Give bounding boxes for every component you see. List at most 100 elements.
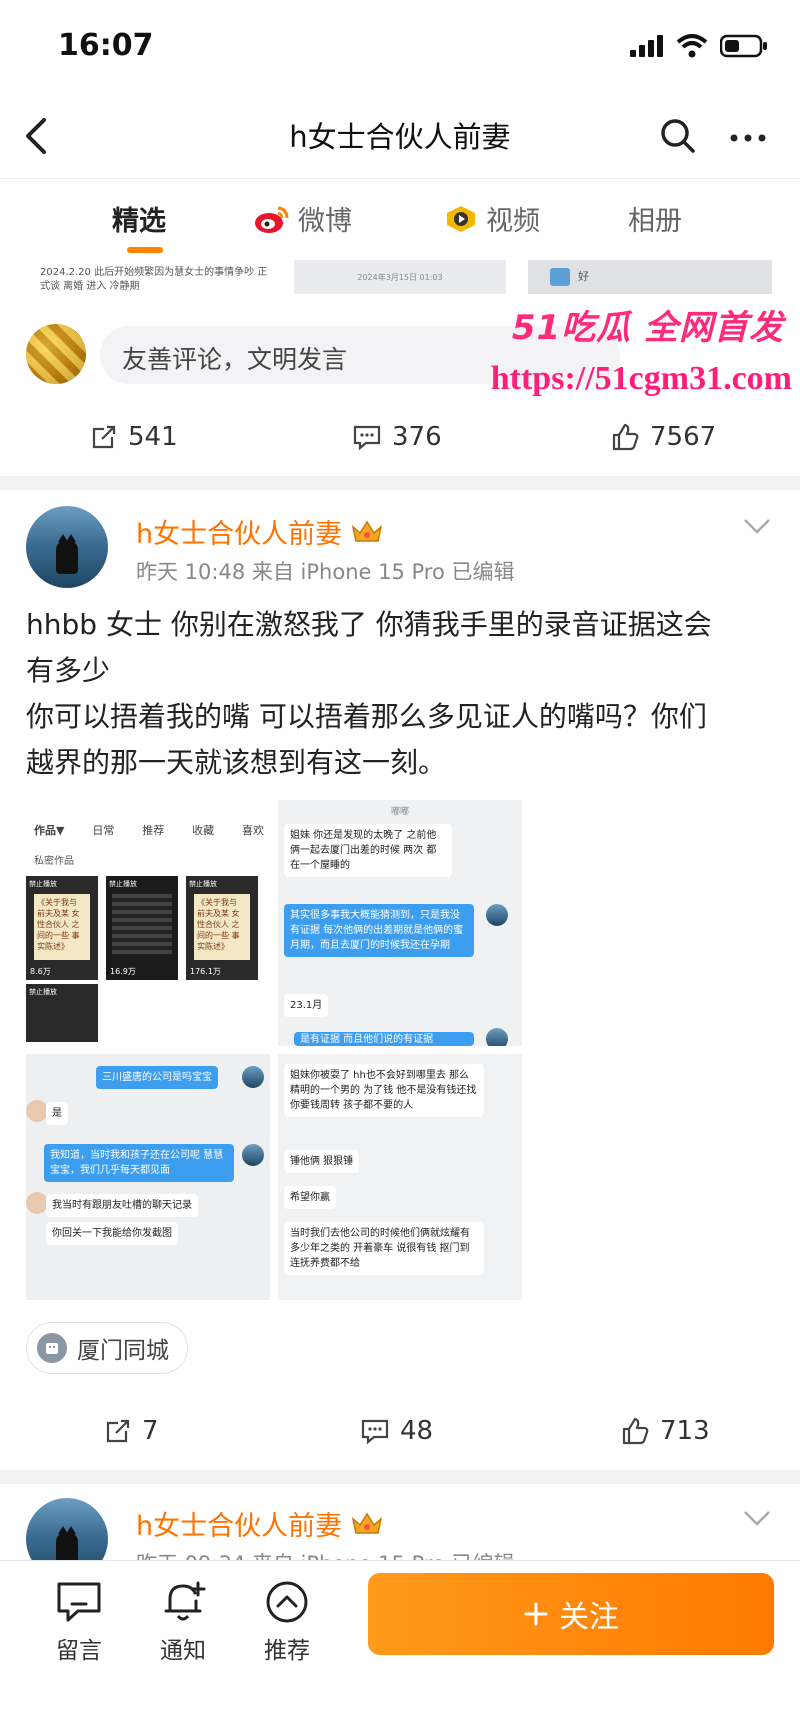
post-image-2[interactable]: 嘟嘟 姐妹 你还是发现的太晚了 之前他俩一起去厦门出差的时候 两次 都在一个屋睡… <box>278 800 522 1046</box>
prev-post-actions: 541 376 7567 <box>0 410 800 470</box>
like-count: 713 <box>660 1416 710 1446</box>
location-label: 厦门同城 <box>77 1338 169 1364</box>
divider <box>0 476 800 490</box>
message-button[interactable]: 留言 <box>44 1579 114 1665</box>
battery-icon <box>720 34 767 58</box>
comment-count: 48 <box>400 1416 434 1446</box>
chat-avatar <box>242 1066 264 1088</box>
active-tab-indicator <box>127 247 163 253</box>
bottom-bar: 留言 通知 推荐 关注 <box>0 1560 800 1731</box>
tab-video-label: 视频 <box>486 206 540 237</box>
notify-label: 通知 <box>160 1638 206 1664</box>
like-icon <box>622 1417 649 1445</box>
author-name-text: h女士合伙人前妻 <box>136 519 343 550</box>
mini-tab: 作品▼ <box>34 824 65 837</box>
message-label: 留言 <box>56 1638 102 1664</box>
author-name[interactable]: h女士合伙人前妻 <box>136 1504 384 1543</box>
profile-tabs: 精选 微博 视频 相册 <box>0 178 800 258</box>
repost-count: 7 <box>142 1416 159 1446</box>
thumb-text: 《关于我与 前夫及某 女性合伙人 之间的一些 事实陈述》 <box>194 894 250 960</box>
chat-bubble: 姐妹 你还是发现的太晚了 之前他俩一起去厦门出差的时候 两次 都在一个屋睡的 <box>284 824 452 877</box>
author-avatar[interactable] <box>26 506 108 588</box>
chat-bubble: 三川盛唐的公司是吗宝宝 <box>96 1066 218 1089</box>
chat-bubble: 是有证据 而且他们说的有证据 <box>294 1032 474 1046</box>
follow-label: 关注 <box>559 1600 619 1635</box>
wifi-icon <box>676 34 708 58</box>
strip-thumb <box>550 268 570 286</box>
post-text: hhbb 女士 你别在激怒我了 你猜我手里的录音证据这会 有多少 你可以捂着我的… <box>26 602 776 786</box>
chat-bubble: 我当时有跟朋友吐槽的聊天记录 <box>46 1194 198 1217</box>
chevron-up-circle-icon <box>266 1581 308 1623</box>
private-works-label: 私密作品 <box>34 856 74 867</box>
repost-button[interactable]: 541 <box>90 422 178 452</box>
strip-snippet-c-text: 好 <box>578 270 589 283</box>
post-image-3[interactable]: 三川盛唐的公司是吗宝宝 是 我知道，当时我和孩子还在公司呢 慧慧宝宝，我们几乎每… <box>26 1054 270 1300</box>
like-button[interactable]: 713 <box>620 1416 710 1446</box>
watermark-url: https://51cgm31.com <box>490 360 792 397</box>
bell-plus-icon <box>164 1581 206 1621</box>
like-count: 7567 <box>650 422 717 452</box>
tab-featured[interactable]: 精选 <box>112 199 166 238</box>
status-time: 16:07 <box>58 28 154 63</box>
thumb-badge: 禁止播放 <box>29 880 57 888</box>
scrolled-image-strip: 2024.2.20 此后开始频繁因为慧女士的事情争吵 正 式谈 离婚 进入 冷静… <box>0 260 800 300</box>
weibo-icon <box>255 206 289 233</box>
comment-icon <box>361 1419 389 1445</box>
chevron-down-icon[interactable] <box>742 1508 772 1528</box>
recommend-button[interactable]: 推荐 <box>252 1579 322 1665</box>
comment-icon <box>353 425 381 451</box>
tab-video[interactable]: 视频 <box>444 199 540 238</box>
watermark: 51吃瓜 全网首发 https://51cgm31.com <box>491 300 792 410</box>
post-image-1[interactable]: 作品▼ 日常 推荐 收藏 喜欢 私密作品 禁止播放 《关于我与 前夫及某 女性合… <box>26 800 270 1046</box>
notify-button[interactable]: 通知 <box>148 1579 218 1665</box>
mini-tabs: 作品▼ 日常 推荐 收藏 喜欢 <box>34 822 264 838</box>
post-actions: 7 48 713 <box>0 1404 800 1464</box>
like-icon <box>612 423 639 451</box>
chat-bubble: 锤他俩 狠狠锤 <box>284 1150 360 1173</box>
chat-header: 嘟嘟 <box>390 807 409 817</box>
chat-bubble: 我知道，当时我和孩子还在公司呢 慧慧宝宝，我们几乎每天都见面 <box>44 1144 234 1182</box>
comment-button[interactable]: 376 <box>352 422 442 452</box>
location-icon <box>37 1333 67 1363</box>
post-text-line: hhbb 女士 你别在激怒我了 你猜我手里的录音证据这会 <box>26 608 712 641</box>
repost-count: 541 <box>128 422 178 452</box>
comment-count: 376 <box>392 422 442 452</box>
chevron-down-icon[interactable] <box>742 516 772 536</box>
thumb-views: 8.6万 <box>30 967 51 976</box>
status-bar: 16:07 <box>0 0 800 96</box>
repost-button[interactable]: 7 <box>104 1416 159 1446</box>
repost-icon <box>92 425 116 449</box>
post-header: h女士合伙人前妻 昨天 10:48 来自 iPhone 15 Pro 已编辑 <box>0 506 800 606</box>
nav-bar: h女士合伙人前妻 <box>0 96 800 176</box>
chat-bubble: 当时我们去他公司的时候他们俩就炫耀有多少年之类的 开着豪车 说很有钱 抠门到连抚… <box>284 1222 484 1275</box>
thumb-badge: 禁止播放 <box>189 880 217 888</box>
strip-snippet-c: 好 <box>528 260 772 294</box>
mini-tab: 日常 <box>92 824 115 837</box>
follow-button[interactable]: 关注 <box>368 1573 774 1655</box>
thumb-views: 16.9万 <box>110 967 136 976</box>
more-icon[interactable] <box>728 118 768 158</box>
tab-featured-label: 精选 <box>112 206 166 237</box>
post-image-4[interactable]: 姐妹你被耍了 hh也不会好到哪里去 那么精明的一个男的 为了钱 他不是没有钱还找… <box>278 1054 522 1300</box>
like-button[interactable]: 7567 <box>610 422 716 452</box>
author-name[interactable]: h女士合伙人前妻 <box>136 512 384 551</box>
my-avatar <box>26 324 86 384</box>
author-avatar[interactable] <box>26 1498 108 1560</box>
strip-snippet-a: 2024.2.20 此后开始频繁因为慧女士的事情争吵 正 式谈 离婚 进入 冷静… <box>40 267 268 292</box>
thumb-text-block <box>112 894 172 954</box>
thumb-badge: 禁止播放 <box>109 880 137 888</box>
thumb-text: 《关于我与 前夫及某 女性合伙人 之间的一些 事实陈述》 <box>34 894 90 960</box>
location-tag[interactable]: 厦门同城 <box>26 1322 188 1374</box>
post-meta: 昨天 10:48 来自 iPhone 15 Pro 已编辑 <box>136 560 515 584</box>
chat-avatar <box>486 1028 508 1046</box>
mini-tab: 推荐 <box>142 824 165 837</box>
chat-bubble: 其实很多事我大概能猜测到，只是我没有证据 每次他俩的出差期就是他俩的蜜月期，而且… <box>284 904 474 957</box>
video-thumb: 禁止播放 《关于我与 前夫及某 女性合伙人 之间的一些 事实陈述》 8.6万 <box>26 876 98 980</box>
strip-snippet-b: 2024年3月15日 01:03 <box>294 260 506 294</box>
comment-placeholder: 友善评论，文明发言 <box>122 345 348 374</box>
mini-tab: 收藏 <box>192 824 215 837</box>
search-icon[interactable] <box>658 116 698 156</box>
tab-album[interactable]: 相册 <box>628 199 682 238</box>
tab-weibo[interactable]: 微博 <box>254 199 352 238</box>
comment-button[interactable]: 48 <box>360 1416 433 1446</box>
